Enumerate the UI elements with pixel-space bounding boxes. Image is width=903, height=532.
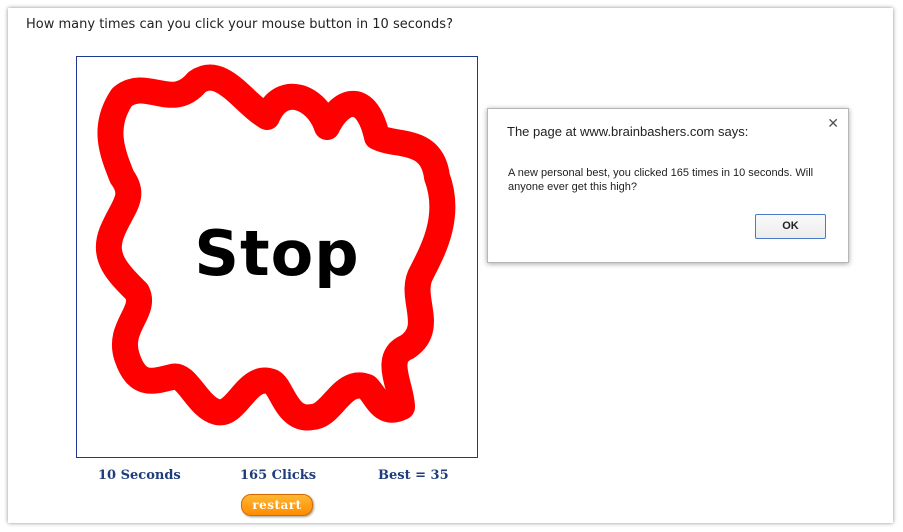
click-area[interactable]: Stop xyxy=(76,56,478,458)
alert-dialog: The page at www.brainbashers.com says: ✕… xyxy=(487,108,849,263)
close-icon[interactable]: ✕ xyxy=(827,116,839,132)
dialog-message: A new personal best, you clicked 165 tim… xyxy=(508,167,814,193)
seconds-stat: 10 Seconds xyxy=(98,468,181,483)
page-question: How many times can you click your mouse … xyxy=(26,17,453,32)
clicks-stat: 165 Clicks xyxy=(240,468,317,483)
restart-button[interactable]: restart xyxy=(241,494,313,516)
ok-button[interactable]: OK xyxy=(755,214,826,239)
game-status-text: Stop xyxy=(194,217,360,290)
best-stat: Best = 35 xyxy=(378,468,449,483)
dialog-title: The page at www.brainbashers.com says: xyxy=(507,124,749,139)
